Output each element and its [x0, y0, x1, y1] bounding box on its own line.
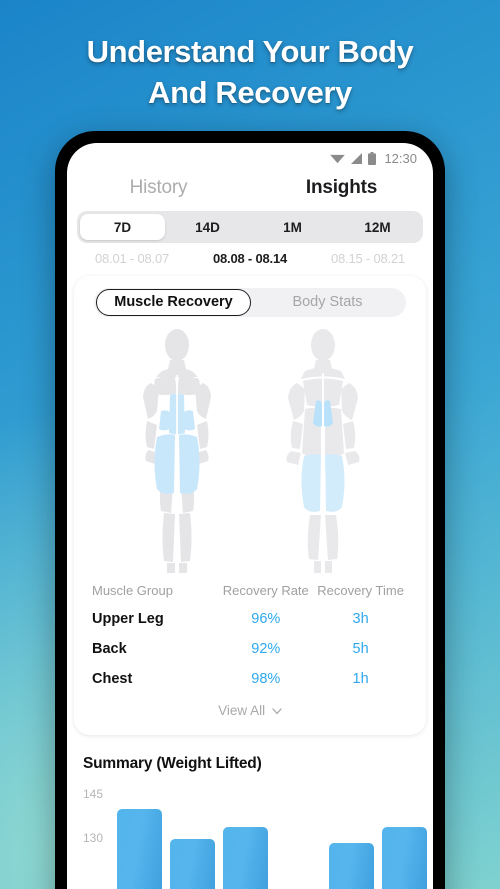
table-row[interactable]: Upper Leg 96% 3h	[92, 604, 408, 634]
body-muscle-maps	[84, 317, 416, 579]
column-header-recovery-time: Recovery Time	[317, 583, 404, 598]
range-selector-wrap: 7D 14D 1M 12M	[67, 211, 433, 243]
status-bar-time: 12:30	[384, 150, 417, 166]
range-option-7d[interactable]: 7D	[80, 214, 165, 240]
date-range-current[interactable]: 08.08 - 08.14	[191, 251, 309, 266]
table-row[interactable]: Chest 98% 1h	[92, 664, 408, 694]
signal-icon	[351, 152, 363, 164]
cell-recovery-rate: 98%	[251, 671, 281, 687]
cell-muscle-group: Upper Leg	[92, 611, 164, 627]
cell-recovery-rate: 92%	[251, 641, 281, 657]
date-range-previous[interactable]: 08.01 - 08.07	[73, 251, 191, 266]
promo-headline: Understand Your Body And Recovery	[0, 32, 500, 114]
summary-section: Summary (Weight Lifted) 145 130	[67, 735, 433, 889]
pill-muscle-recovery[interactable]: Muscle Recovery	[96, 289, 251, 316]
bar-1[interactable]	[117, 809, 162, 889]
tab-insights[interactable]: Insights	[250, 177, 433, 199]
column-header-muscle-group: Muscle Group	[92, 583, 173, 598]
cell-recovery-time: 5h	[352, 641, 369, 657]
cell-recovery-rate: 96%	[251, 611, 281, 627]
mode-pill-group: Muscle Recovery Body Stats	[94, 288, 406, 317]
tab-history[interactable]: History	[67, 177, 250, 199]
view-all-button[interactable]: View All	[92, 694, 408, 729]
y-axis-tick-130: 130	[83, 831, 104, 845]
range-option-1m[interactable]: 1M	[250, 214, 335, 240]
column-header-recovery-rate: Recovery Rate	[222, 583, 309, 598]
pill-body-stats[interactable]: Body Stats	[251, 290, 404, 315]
range-option-12m[interactable]: 12M	[335, 214, 420, 240]
date-range-pager: 08.01 - 08.07 08.08 - 08.14 08.15 - 08.2…	[67, 243, 433, 276]
weight-lifted-bar-chart[interactable]: 145 130	[83, 781, 433, 889]
bar-3[interactable]	[223, 827, 268, 889]
cell-muscle-group: Back	[92, 641, 127, 657]
recovery-table-body: Upper Leg 96% 3h Back 92% 5h Chest 98% 1…	[92, 604, 408, 694]
y-axis-tick-145: 145	[83, 787, 104, 801]
wifi-icon	[330, 154, 346, 163]
phone-screen: 12:30 History Insights 7D 14D 1M 12M 08.…	[67, 143, 433, 889]
table-row[interactable]: Back 92% 5h	[92, 634, 408, 664]
promo-headline-line1: Understand Your Body	[86, 34, 414, 69]
cell-recovery-time: 3h	[352, 611, 369, 627]
top-tab-bar: History Insights	[67, 169, 433, 211]
cell-recovery-time: 1h	[352, 671, 369, 687]
battery-icon	[368, 151, 377, 165]
date-range-next[interactable]: 08.15 - 08.21	[309, 251, 427, 266]
status-bar: 12:30	[67, 143, 433, 169]
back-body-muscle-map[interactable]	[253, 325, 393, 575]
summary-title: Summary (Weight Lifted)	[83, 755, 262, 772]
recovery-table: Muscle Group Recovery Rate Recovery Time…	[84, 579, 416, 729]
range-segmented-control: 7D 14D 1M 12M	[77, 211, 423, 243]
bar-group	[117, 789, 427, 889]
chevron-down-icon	[272, 703, 282, 718]
view-all-label: View All	[218, 703, 266, 718]
promo-headline-line2: And Recovery	[148, 74, 352, 110]
bar-5[interactable]	[329, 842, 374, 889]
range-option-14d[interactable]: 14D	[165, 214, 250, 240]
recovery-table-header: Muscle Group Recovery Rate Recovery Time	[92, 583, 408, 604]
bar-2[interactable]	[170, 839, 215, 889]
phone-mockup: 12:30 History Insights 7D 14D 1M 12M 08.…	[55, 131, 445, 889]
cell-muscle-group: Chest	[92, 671, 133, 687]
front-body-muscle-map[interactable]	[107, 325, 247, 575]
muscle-recovery-card: Muscle Recovery Body Stats Muscle Group …	[74, 276, 426, 735]
bar-6[interactable]	[382, 827, 427, 889]
